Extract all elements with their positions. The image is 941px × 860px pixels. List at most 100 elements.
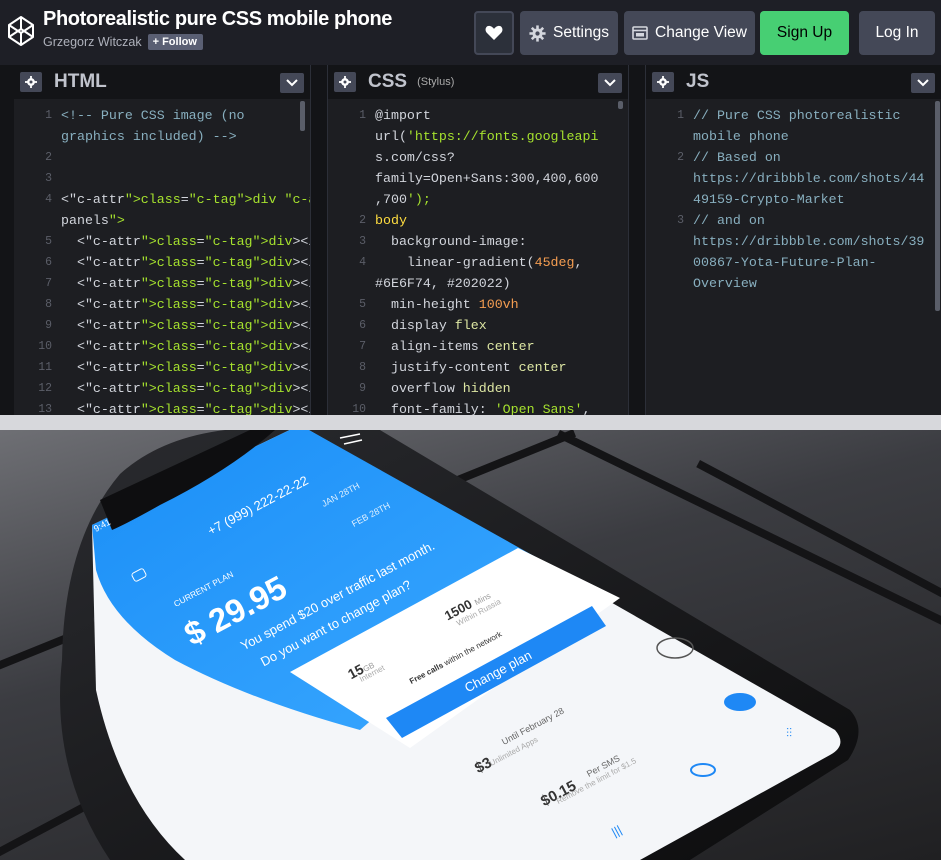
line-number: 2 — [677, 151, 684, 164]
js-panel-header: JS — [646, 65, 941, 99]
like-button[interactable] — [474, 11, 514, 55]
change-view-label: Change View — [655, 24, 747, 41]
code-line: graphics included) --> — [61, 129, 237, 144]
line-number: 6 — [45, 256, 52, 269]
code-line: background-image: — [375, 234, 527, 249]
line-number: 5 — [359, 298, 366, 311]
line-number: 5 — [45, 235, 52, 248]
js-panel-title: JS — [686, 71, 710, 92]
line-number: 9 — [45, 319, 52, 332]
line-number: 3 — [677, 214, 684, 227]
code-line: align-items center — [375, 339, 535, 354]
code-line: 49159-Crypto-Market — [693, 192, 845, 207]
js-settings-button[interactable] — [652, 72, 674, 92]
js-scrollbar[interactable] — [935, 101, 940, 311]
chevron-down-icon — [604, 79, 616, 87]
login-label: Log In — [875, 24, 919, 41]
line-number: 3 — [45, 172, 52, 185]
code-line: url('https://fonts.googleapi — [375, 129, 599, 144]
code-line: linear-gradient(45deg, — [375, 255, 583, 270]
code-line: ,700'); — [375, 192, 431, 207]
code-line: #6E6F74, #202022) — [375, 276, 511, 291]
code-line: s.com/css? — [375, 150, 455, 165]
line-number: 7 — [45, 277, 52, 290]
code-line: https://dribbble.com/shots/44 — [693, 171, 925, 186]
line-number: 2 — [45, 151, 52, 164]
css-scrollbar[interactable] — [618, 101, 623, 109]
line-number: 9 — [359, 382, 366, 395]
html-panel-header: HTML — [14, 65, 310, 99]
code-line: // and on — [693, 213, 765, 228]
code-line: https://dribbble.com/shots/39 — [693, 234, 925, 249]
line-number: 8 — [45, 298, 52, 311]
follow-label: Follow — [162, 36, 197, 48]
code-line: justify-content center — [375, 360, 567, 375]
code-line: mobile phone — [693, 129, 789, 144]
code-line: Overview — [693, 276, 757, 291]
byline: Grzegorz Witczak + Follow — [43, 34, 392, 50]
line-number: 3 — [359, 235, 366, 248]
css-editor-panel: CSS (Stylus) 1 @import url('https://fonts.… — [328, 65, 628, 417]
resize-handle[interactable] — [628, 65, 646, 415]
code-line: 00867-Yota-Future-Plan- — [693, 255, 877, 270]
code-line: family=Open+Sans:300,400,600 — [375, 171, 599, 186]
gear-icon — [339, 76, 351, 88]
resize-handle[interactable] — [310, 65, 328, 415]
gear-icon — [657, 76, 669, 88]
preview-canvas: 9:41 +7 (999) 222-22-22 JAN 28TH FEB 28T… — [0, 430, 941, 860]
login-button[interactable]: Log In — [859, 11, 935, 55]
title-block: Photorealistic pure CSS mobile phone Grz… — [43, 8, 392, 50]
html-panel-menu-button[interactable] — [280, 73, 304, 93]
heart-icon — [485, 25, 503, 40]
code-line: <!-- Pure CSS image (no — [61, 108, 245, 123]
signup-label: Sign Up — [776, 24, 833, 41]
codepen-logo-icon[interactable] — [6, 14, 36, 48]
line-number: 8 — [359, 361, 366, 374]
pen-header: Photorealistic pure CSS mobile phone Grz… — [0, 0, 941, 65]
js-panel-menu-button[interactable] — [911, 73, 935, 93]
css-settings-button[interactable] — [334, 72, 356, 92]
code-line: display flex — [375, 318, 487, 333]
html-editor-panel: HTML 1 <!-- Pure CSS image (no graphics in… — [14, 65, 532, 417]
line-number: 12 — [38, 382, 52, 395]
html-panel-title: HTML — [54, 71, 107, 92]
result-preview: 9:41 +7 (999) 222-22-22 JAN 28TH FEB 28T… — [0, 415, 941, 860]
settings-label: Settings — [552, 24, 609, 41]
follow-button[interactable]: + Follow — [147, 34, 203, 50]
code-line: // Pure CSS photorealistic — [693, 108, 901, 123]
plus-icon: + — [152, 36, 160, 48]
line-number: 1 — [677, 109, 684, 122]
css-panel-header: CSS (Stylus) — [328, 65, 628, 99]
line-number: 1 — [45, 109, 52, 122]
html-settings-button[interactable] — [20, 72, 42, 92]
chevron-down-icon — [286, 79, 298, 87]
settings-button[interactable]: Settings — [520, 11, 618, 55]
code-line: body — [375, 213, 407, 228]
gear-icon — [25, 76, 37, 88]
css-panel-title: CSS — [368, 71, 408, 92]
code-line: min-height 100vh — [375, 297, 519, 312]
line-number: 6 — [359, 319, 366, 332]
css-preprocessor-label: (Stylus) — [417, 76, 455, 88]
chevron-down-icon — [917, 79, 929, 87]
change-view-button[interactable]: Change View — [624, 11, 755, 55]
line-number: 7 — [359, 340, 366, 353]
pen-title[interactable]: Photorealistic pure CSS mobile phone — [43, 8, 392, 31]
line-number: 2 — [359, 214, 366, 227]
js-editor-panel: JS 1 // Pure CSS photorealistic mobile pho… — [646, 65, 941, 415]
code-line: overflow hidden — [375, 381, 511, 396]
signup-button[interactable]: Sign Up — [760, 11, 849, 55]
gear-icon — [529, 24, 546, 42]
line-number: 10 — [38, 340, 52, 353]
author-link[interactable]: Grzegorz Witczak — [43, 35, 142, 49]
html-scrollbar[interactable] — [300, 101, 305, 131]
layout-icon — [632, 26, 648, 40]
css-panel-menu-button[interactable] — [598, 73, 622, 93]
code-line: @import — [375, 108, 431, 123]
line-number: 11 — [38, 361, 52, 374]
code-line: // Based on — [693, 150, 781, 165]
editors-area: HTML 1 <!-- Pure CSS image (no graphics in… — [0, 65, 941, 417]
sliders-icon[interactable]: ⫶⫶ — [786, 726, 792, 741]
line-number: 4 — [45, 193, 52, 206]
line-number: 4 — [359, 256, 366, 269]
